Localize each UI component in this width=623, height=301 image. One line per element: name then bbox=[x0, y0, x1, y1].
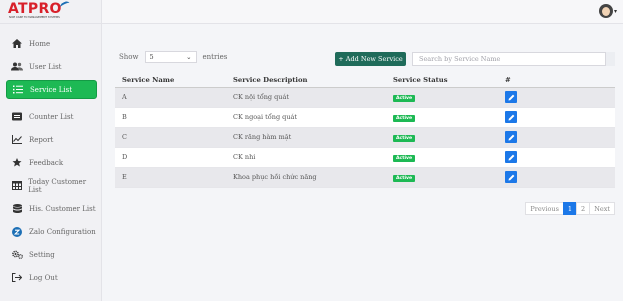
zalo-icon bbox=[11, 226, 23, 237]
service-description: CK nhi bbox=[226, 147, 386, 168]
logo-area[interactable]: ATPRO NICE CARE TO MANAGEMENT SYSTEMS bbox=[0, 0, 101, 24]
counter-icon bbox=[11, 112, 23, 122]
table-controls: Show 5 ⌄ entries + Add New Service bbox=[115, 46, 615, 66]
sidebar-item-label: Service List bbox=[30, 85, 73, 94]
sidebar-item-label: Log Out bbox=[29, 273, 58, 282]
pagination: Previous 1 2 Next bbox=[525, 202, 615, 215]
pencil-icon bbox=[508, 114, 514, 120]
chevron-down-icon: ⌄ bbox=[186, 53, 192, 61]
logout-icon bbox=[11, 273, 23, 283]
database-icon bbox=[11, 203, 23, 214]
search-input[interactable] bbox=[412, 52, 615, 66]
status-badge: Active bbox=[393, 114, 416, 122]
pencil-icon bbox=[508, 94, 514, 100]
table-row: A CK nội tổng quát Active bbox=[115, 87, 615, 108]
sidebar-item-user-list[interactable]: User List bbox=[6, 57, 97, 76]
sidebar-item-counter-list[interactable]: Counter List bbox=[6, 107, 97, 126]
service-name: E bbox=[115, 167, 226, 188]
sidebar-item-his-customer-list[interactable]: His. Customer List bbox=[6, 199, 97, 218]
entries-value: 5 bbox=[149, 53, 154, 61]
sidebar-item-setting[interactable]: Setting bbox=[6, 245, 97, 264]
edit-button[interactable] bbox=[505, 91, 517, 103]
status-badge: Active bbox=[393, 154, 416, 162]
sidebar-item-label: Zalo Configuration bbox=[29, 227, 96, 236]
edit-button[interactable] bbox=[505, 131, 517, 143]
sidebar-item-label: Report bbox=[29, 135, 54, 144]
sidebar-item-label: Today Customer List bbox=[28, 177, 87, 194]
add-new-service-button[interactable]: + Add New Service bbox=[335, 52, 406, 66]
edit-button[interactable] bbox=[505, 111, 517, 123]
entries-select[interactable]: 5 ⌄ bbox=[144, 51, 197, 63]
sidebar-item-zalo-configuration[interactable]: Zalo Configuration bbox=[6, 222, 97, 241]
sidebar-item-home[interactable]: Home bbox=[6, 34, 97, 53]
pencil-icon bbox=[508, 154, 514, 160]
pagination-page-2[interactable]: 2 bbox=[576, 202, 591, 215]
logo-tagline: NICE CARE TO MANAGEMENT SYSTEMS bbox=[9, 15, 60, 19]
column-header-service-status[interactable]: Service Status bbox=[386, 74, 498, 88]
service-name: B bbox=[115, 107, 226, 128]
caret-down-icon: ▾ bbox=[613, 7, 617, 15]
column-header-service-description[interactable]: Service Description bbox=[226, 74, 386, 88]
sidebar-item-service-list[interactable]: Service List bbox=[6, 80, 97, 99]
status-badge: Active bbox=[393, 134, 416, 142]
pagination-next[interactable]: Next bbox=[589, 202, 615, 215]
pencil-icon bbox=[508, 134, 514, 140]
sidebar-item-label: User List bbox=[29, 62, 62, 71]
sidebar-item-feedback[interactable]: Feedback bbox=[6, 153, 97, 172]
entries-label: entries bbox=[202, 53, 228, 61]
home-icon bbox=[11, 39, 23, 49]
pencil-icon bbox=[508, 174, 514, 180]
table-row: B CK ngoại tổng quát Active bbox=[115, 107, 615, 128]
edit-button[interactable] bbox=[505, 151, 517, 163]
table-row: E Khoa phục hồi chức năng Active bbox=[115, 167, 615, 188]
logo[interactable]: ATPRO NICE CARE TO MANAGEMENT SYSTEMS bbox=[8, 0, 78, 21]
sidebar-item-label: His. Customer List bbox=[29, 204, 96, 213]
service-description: Khoa phục hồi chức năng bbox=[226, 167, 386, 188]
sidebar-item-today-customer-list[interactable]: Today Customer List bbox=[6, 176, 97, 195]
list-icon bbox=[12, 85, 24, 95]
user-menu[interactable]: ▾ bbox=[598, 4, 617, 18]
sidebar-item-label: Home bbox=[29, 39, 51, 48]
column-header-service-name[interactable]: Service Name bbox=[115, 74, 226, 88]
gears-icon bbox=[11, 250, 23, 260]
top-bar: ▾ bbox=[102, 0, 623, 24]
table-row: D CK nhi Active bbox=[115, 147, 615, 168]
pagination-previous[interactable]: Previous bbox=[525, 202, 564, 215]
sidebar-item-label: Setting bbox=[29, 250, 55, 259]
table-row: C CK răng hàm mặt Active bbox=[115, 127, 615, 148]
table-header-row: Service Name Service Description Service… bbox=[115, 74, 615, 88]
main-content: Show 5 ⌄ entries + Add New Service Servi… bbox=[115, 46, 615, 215]
column-header-actions: # bbox=[498, 74, 615, 88]
sidebar: ATPRO NICE CARE TO MANAGEMENT SYSTEMS Ho… bbox=[0, 0, 102, 301]
sidebar-item-label: Feedback bbox=[29, 158, 64, 167]
service-name: C bbox=[115, 127, 226, 148]
service-description: CK ngoại tổng quát bbox=[226, 107, 386, 128]
sidebar-nav: Home User List Service List Counter List… bbox=[0, 24, 101, 287]
star-icon bbox=[11, 158, 23, 168]
service-description: CK răng hàm mặt bbox=[226, 127, 386, 148]
sidebar-item-label: Counter List bbox=[29, 112, 74, 121]
table-icon bbox=[11, 181, 22, 191]
service-name: A bbox=[115, 87, 226, 108]
chart-icon bbox=[11, 135, 23, 145]
search-addon[interactable] bbox=[605, 52, 615, 66]
show-label: Show bbox=[119, 53, 139, 61]
entries-control: Show 5 ⌄ entries bbox=[119, 51, 227, 63]
service-table: Service Name Service Description Service… bbox=[115, 74, 615, 188]
avatar[interactable] bbox=[598, 4, 613, 18]
status-badge: Active bbox=[393, 174, 416, 182]
sidebar-item-log-out[interactable]: Log Out bbox=[6, 268, 97, 287]
service-description: CK nội tổng quát bbox=[226, 87, 386, 108]
users-icon bbox=[11, 62, 23, 72]
status-badge: Active bbox=[393, 94, 416, 102]
edit-button[interactable] bbox=[505, 171, 517, 183]
service-name: D bbox=[115, 147, 226, 168]
pagination-page-1[interactable]: 1 bbox=[562, 202, 578, 215]
sidebar-item-report[interactable]: Report bbox=[6, 130, 97, 149]
